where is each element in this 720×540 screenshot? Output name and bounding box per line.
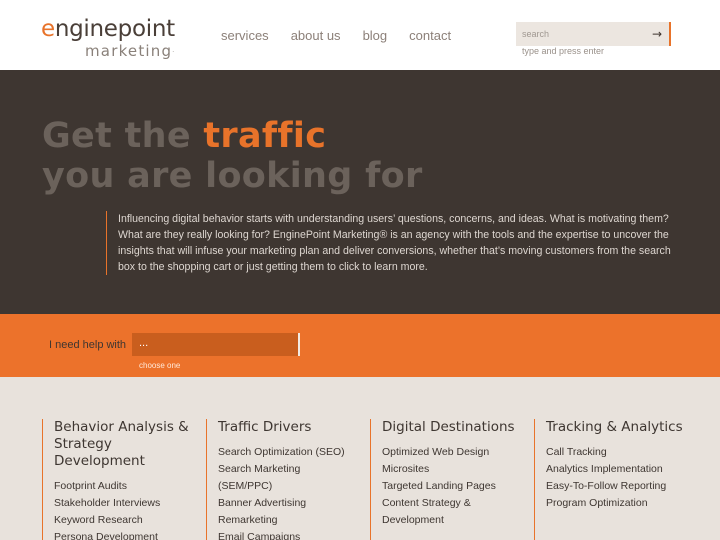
list-item[interactable]: Remarketing	[218, 512, 356, 529]
list-item[interactable]: Banner Advertising	[218, 495, 356, 512]
list-item[interactable]: Search Optimization (SEO)	[218, 444, 356, 461]
list-item[interactable]: Program Optimization	[546, 495, 684, 512]
service-column-tracking: Tracking & Analytics Call Tracking Analy…	[534, 419, 684, 540]
nav-about-us[interactable]: about us	[291, 28, 341, 46]
site-header: enginepoint marketing. services about us…	[0, 0, 720, 70]
nav-blog[interactable]: blog	[363, 28, 388, 46]
list-item[interactable]: Search Marketing (SEM/PPC)	[218, 461, 356, 495]
hero-description: Influencing digital behavior starts with…	[106, 211, 672, 275]
column-title: Behavior Analysis & Strategy Development	[54, 419, 189, 469]
list-item[interactable]: Keyword Research	[54, 512, 192, 529]
hero-section: Get the traffic you are looking for Infl…	[0, 70, 720, 314]
services-section: Behavior Analysis & Strategy Development…	[0, 377, 720, 540]
nav-contact[interactable]: contact	[409, 28, 451, 46]
hero-title-accent: traffic	[203, 116, 327, 156]
list-item[interactable]: Analytics Implementation	[546, 461, 684, 478]
logo-sub-text: marketing	[85, 42, 173, 60]
search-box: →	[516, 22, 671, 46]
list-item[interactable]: Email Campaigns	[218, 529, 356, 540]
list-item[interactable]: Call Tracking	[546, 444, 684, 461]
arrow-right-icon: →	[651, 27, 663, 41]
logo-subtitle: marketing.	[85, 42, 174, 60]
service-column-destinations: Digital Destinations Optimized Web Desig…	[370, 419, 520, 540]
list-item[interactable]: Optimized Web Design	[382, 444, 520, 461]
main-nav: services about us blog contact	[221, 28, 473, 46]
service-column-traffic: Traffic Drivers Search Optimization (SEO…	[206, 419, 356, 540]
column-title: Digital Destinations	[382, 419, 515, 435]
search-input[interactable]	[516, 22, 646, 46]
logo-rest: nginepoint	[54, 16, 175, 42]
logo-wordmark: enginepoint	[41, 15, 175, 43]
help-bar: I need help with ... choose one	[0, 314, 720, 377]
logo-e: e	[41, 16, 55, 42]
help-hint: choose one	[139, 361, 181, 370]
search-submit-button[interactable]: →	[649, 26, 665, 42]
list-item[interactable]: Persona Development	[54, 529, 192, 540]
help-topic-select[interactable]: ...	[132, 333, 300, 356]
list-item[interactable]: Easy-To-Follow Reporting	[546, 478, 684, 495]
list-item[interactable]: Stakeholder Interviews	[54, 495, 192, 512]
logo-tm: .	[172, 47, 175, 54]
service-column-behavior: Behavior Analysis & Strategy Development…	[42, 419, 192, 540]
column-title: Tracking & Analytics	[546, 419, 683, 435]
list-item[interactable]: Targeted Landing Pages	[382, 478, 520, 495]
nav-services[interactable]: services	[221, 28, 269, 46]
hero-title-pre: Get the	[42, 116, 204, 156]
hero-title: Get the traffic you are looking for	[42, 116, 423, 196]
hero-title-line2: you are looking for	[42, 156, 423, 196]
search-hint: type and press enter	[522, 46, 605, 56]
list-item[interactable]: Content Strategy & Development	[382, 495, 520, 529]
column-title: Traffic Drivers	[218, 419, 312, 435]
list-item[interactable]: Microsites	[382, 461, 520, 478]
list-item[interactable]: Footprint Audits	[54, 478, 192, 495]
help-label: I need help with	[49, 339, 127, 351]
logo[interactable]: enginepoint marketing.	[41, 15, 175, 65]
